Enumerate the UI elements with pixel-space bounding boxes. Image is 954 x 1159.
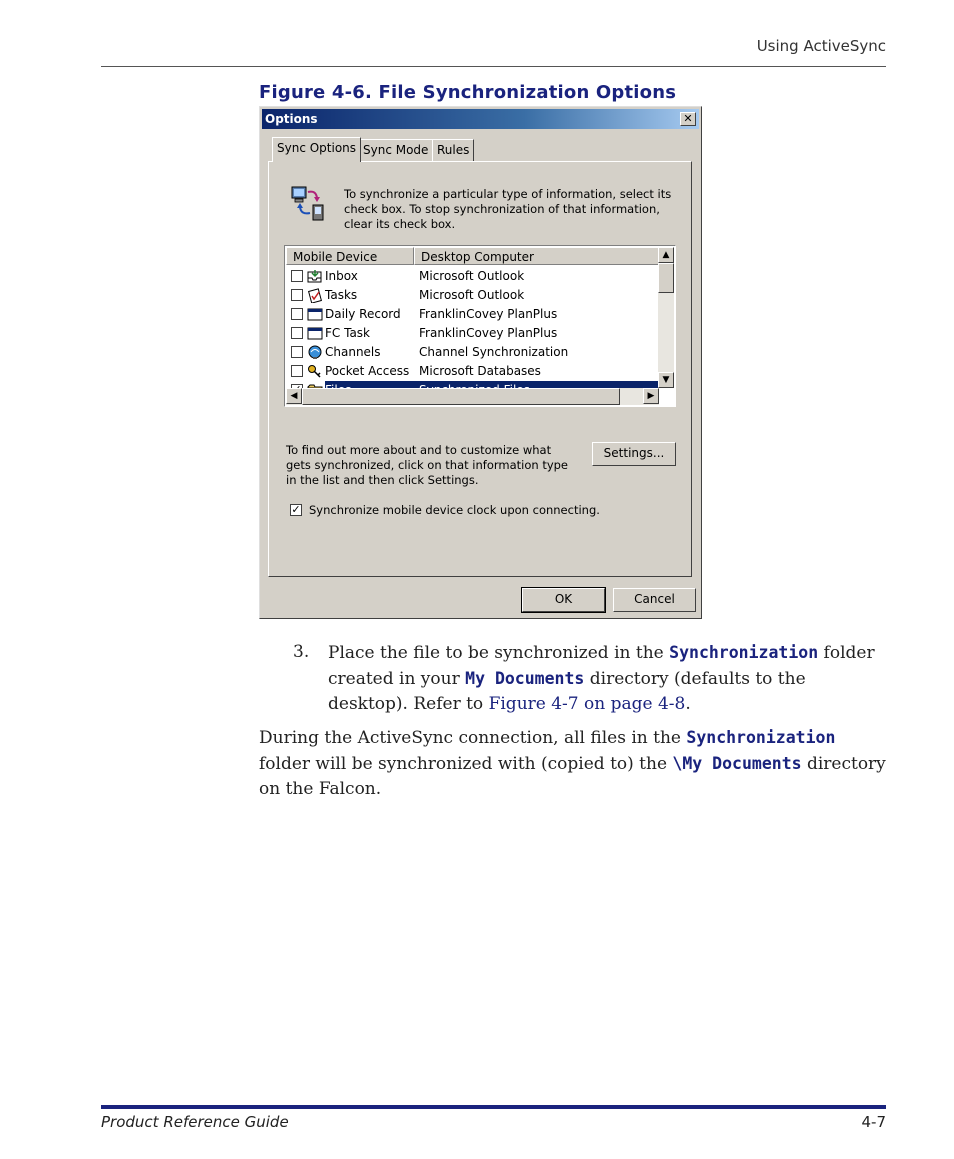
step-text: Place the file to be synchronized in the…: [328, 643, 875, 714]
close-icon: ✕: [683, 112, 693, 125]
options-dialog: Options ✕ Sync Options Sync Mode Rules T…: [259, 106, 702, 619]
code-my-documents-path: \My Documents: [672, 754, 802, 773]
title-bar[interactable]: Options ✕: [262, 109, 699, 129]
scroll-left-button[interactable]: ◀: [286, 388, 302, 404]
scroll-thumb[interactable]: [658, 263, 674, 293]
footer-title: Product Reference Guide: [101, 1113, 289, 1131]
checkbox[interactable]: [291, 346, 303, 358]
scroll-thumb[interactable]: [302, 388, 620, 405]
list-item-tasks[interactable]: Tasks Microsoft Outlook: [287, 286, 658, 305]
clock-sync-checkbox[interactable]: ✓: [290, 504, 302, 516]
row-label: Daily Record: [325, 307, 401, 321]
scroll-down-button[interactable]: ▼: [658, 372, 674, 388]
tab-sync-mode[interactable]: Sync Mode: [358, 139, 434, 161]
row-label: Tasks: [325, 288, 358, 302]
arrow-left-icon: ◀: [290, 391, 298, 401]
arrow-up-icon: ▲: [662, 250, 670, 260]
row-desktop: Channel Synchronization: [419, 345, 569, 359]
window-icon: [307, 308, 323, 321]
column-mobile-device[interactable]: Mobile Device: [286, 247, 414, 265]
sync-icon: [291, 186, 324, 221]
sync-list[interactable]: Mobile Device Desktop Computer Inbox Mic…: [284, 245, 676, 407]
scroll-right-button[interactable]: ▶: [643, 388, 659, 404]
inbox-icon: [307, 270, 322, 283]
row-label: FC Task: [325, 326, 370, 340]
column-desktop-computer[interactable]: Desktop Computer: [414, 247, 659, 265]
tab-rules[interactable]: Rules: [432, 139, 475, 161]
tab-sync-options[interactable]: Sync Options: [272, 137, 362, 162]
body-paragraph: During the ActiveSync connection, all fi…: [259, 728, 886, 799]
tasks-icon: [308, 288, 322, 303]
footer-rule: [101, 1105, 886, 1109]
row-desktop: Microsoft Databases: [419, 364, 541, 378]
figure-link[interactable]: Figure 4-7 on page 4-8: [489, 694, 686, 714]
settings-button[interactable]: Settings...: [592, 442, 676, 466]
help-text: To find out more about and to customize …: [286, 443, 569, 487]
step-number: 3.: [293, 642, 310, 662]
intro-text: To synchronize a particular type of info…: [344, 187, 672, 231]
scroll-up-button[interactable]: ▲: [658, 247, 674, 263]
close-button[interactable]: ✕: [680, 112, 696, 126]
list-item-channels[interactable]: Channels Channel Synchronization: [287, 343, 658, 362]
dialog-title: Options: [265, 112, 318, 126]
list-item-inbox[interactable]: Inbox Microsoft Outlook: [287, 267, 658, 286]
code-synchronization: Synchronization: [669, 643, 819, 662]
code-my-documents: My Documents: [465, 669, 585, 688]
figure-caption: Figure 4-6. File Synchronization Options: [259, 82, 677, 103]
clock-sync-label: Synchronize mobile device clock upon con…: [309, 503, 600, 517]
channels-icon: [308, 345, 322, 359]
header-rule: [101, 66, 886, 67]
checkbox[interactable]: [291, 289, 303, 301]
arrow-down-icon: ▼: [662, 375, 670, 385]
list-item-fc-task[interactable]: FC Task FranklinCovey PlanPlus: [287, 324, 658, 343]
page-number: 4-7: [861, 1113, 887, 1131]
ok-button[interactable]: OK: [521, 587, 606, 613]
row-label: Channels: [325, 345, 381, 359]
vertical-scrollbar[interactable]: ▲ ▼: [658, 247, 674, 388]
checkbox[interactable]: [291, 270, 303, 282]
row-desktop: Microsoft Outlook: [419, 269, 525, 283]
list-item-daily-record[interactable]: Daily Record FranklinCovey PlanPlus: [287, 305, 658, 324]
window-icon: [307, 327, 323, 340]
cancel-button[interactable]: Cancel: [613, 588, 696, 612]
checkbox[interactable]: [291, 308, 303, 320]
running-header: Using ActiveSync: [756, 37, 886, 55]
row-desktop: Microsoft Outlook: [419, 288, 525, 302]
row-desktop: FranklinCovey PlanPlus: [419, 307, 558, 321]
key-icon: [308, 365, 321, 378]
code-synchronization: Synchronization: [686, 728, 836, 747]
arrow-right-icon: ▶: [647, 391, 655, 401]
checkbox[interactable]: [291, 365, 303, 377]
horizontal-scrollbar[interactable]: ◀ ▶: [286, 388, 659, 405]
list-item-pocket-access[interactable]: Pocket Access Microsoft Databases: [287, 362, 658, 381]
checkbox[interactable]: [291, 327, 303, 339]
row-desktop: FranklinCovey PlanPlus: [419, 326, 558, 340]
row-label: Pocket Access: [325, 364, 410, 378]
row-label: Inbox: [325, 269, 358, 283]
